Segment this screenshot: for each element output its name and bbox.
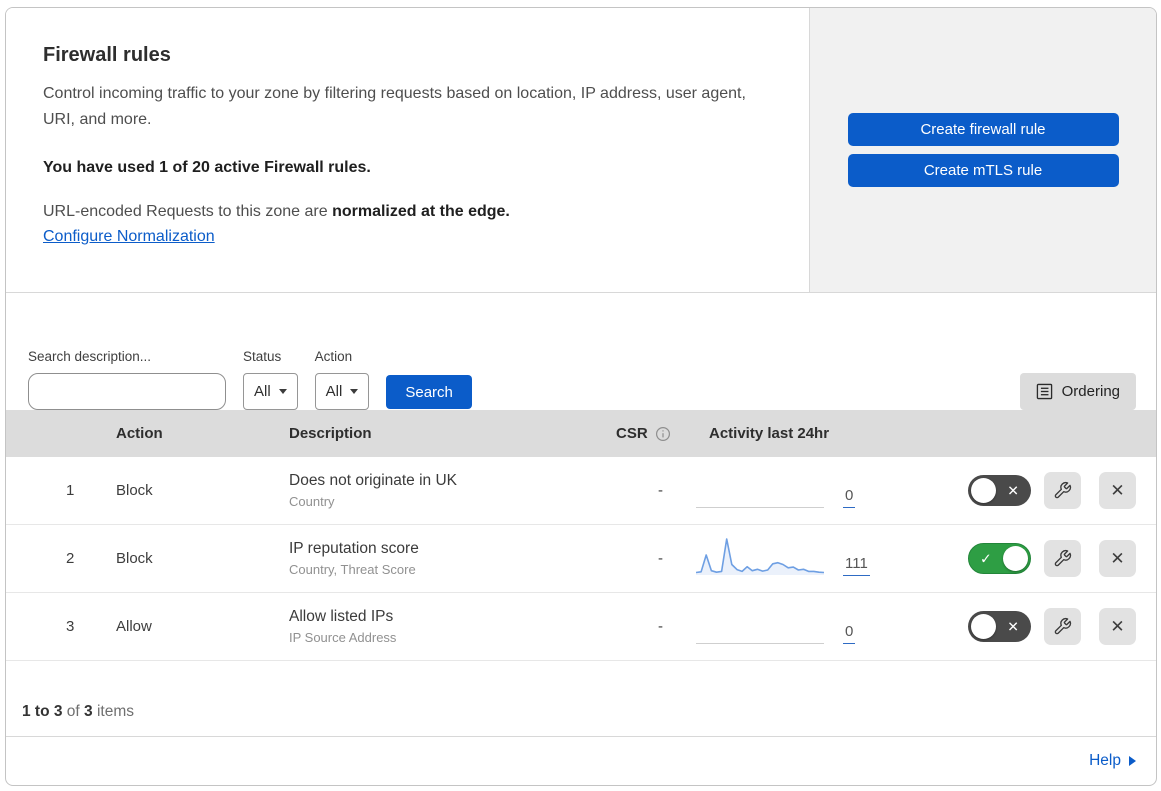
action-filter-label: Action (314, 349, 353, 364)
pagination-summary: 1 to 3 of 3 items (6, 661, 1156, 737)
create-firewall-rule-button[interactable]: Create firewall rule (847, 113, 1119, 146)
rule-description: Does not originate in UK (289, 472, 458, 489)
search-button[interactable]: Search (386, 375, 472, 409)
wrench-icon (1054, 617, 1072, 635)
rule-csr-value: - (658, 550, 663, 567)
action-column-header: Action (116, 425, 163, 442)
rule-priority: 3 (66, 618, 75, 635)
rule-enabled-toggle[interactable]: ✓ ✕ (968, 543, 1031, 574)
activity-sparkline (696, 534, 824, 576)
configure-normalization-link[interactable]: Configure Normalization (43, 228, 215, 246)
empty-sparkline (696, 643, 824, 644)
rule-description-cell: Does not originate in UK Country (289, 472, 596, 509)
rule-priority: 1 (66, 482, 75, 499)
rule-enabled-toggle[interactable]: ✓ ✕ (968, 475, 1031, 506)
x-icon: ✕ (1007, 482, 1019, 499)
rule-activity-cell: 0 (696, 593, 931, 660)
x-icon: ✕ (1007, 618, 1019, 635)
description-column-header: Description (289, 425, 372, 442)
activity-column-header: Activity last 24hr (709, 425, 830, 442)
rule-csr-value: - (658, 618, 663, 635)
firewall-rules-panel: Firewall rules Control incoming traffic … (5, 7, 1157, 786)
edit-rule-button[interactable] (1044, 608, 1081, 645)
action-filter-value: All (325, 383, 343, 400)
activity-count-link[interactable]: 111 (843, 555, 870, 576)
table-row: 1 Block Does not originate in UK Country… (6, 457, 1156, 525)
usage-notice: You have used 1 of 20 active Firewall ru… (43, 159, 371, 176)
rule-activity-cell: 111 (696, 525, 931, 592)
delete-rule-button[interactable]: ✕ (1099, 540, 1136, 577)
search-input-box[interactable] (28, 373, 228, 410)
filter-bar: Search description... Status All Action … (6, 293, 1156, 410)
table-header: Action Description CSR Activity last 24h… (6, 410, 1156, 457)
edit-rule-button[interactable] (1044, 472, 1081, 509)
delete-rule-button[interactable]: ✕ (1099, 608, 1136, 645)
rule-enabled-toggle[interactable]: ✓ ✕ (968, 611, 1031, 642)
rule-criteria: IP Source Address (289, 630, 397, 645)
x-icon: ✕ (1110, 548, 1125, 568)
rule-action: Block (116, 550, 153, 567)
activity-count-link[interactable]: 0 (843, 487, 856, 508)
rule-description: Allow listed IPs (289, 608, 394, 625)
status-filter-label: Status (243, 349, 282, 364)
rule-controls: ✓ ✕ ✕ (931, 472, 1156, 509)
rule-description-cell: Allow listed IPs IP Source Address (289, 608, 596, 645)
table-row: 2 Block IP reputation score Country, Thr… (6, 525, 1156, 593)
help-row: Help (6, 737, 1156, 785)
page-title: Firewall rules (43, 44, 171, 66)
list-document-icon (1036, 383, 1052, 400)
check-icon: ✓ (980, 550, 992, 567)
create-mtls-rule-button[interactable]: Create mTLS rule (847, 154, 1119, 187)
create-actions-panel: Create firewall rule Create mTLS rule (810, 8, 1156, 292)
rule-controls: ✓ ✕ ✕ (931, 540, 1156, 577)
help-link[interactable]: Help (1089, 752, 1136, 770)
chevron-down-icon (278, 389, 287, 394)
chevron-down-icon (350, 389, 359, 394)
rule-controls: ✓ ✕ ✕ (931, 608, 1156, 645)
info-icon[interactable] (655, 426, 671, 442)
arrow-right-icon (1129, 756, 1136, 766)
page-description: Control incoming traffic to your zone by… (43, 85, 746, 128)
toggle-knob (1003, 546, 1028, 571)
csr-column-header: CSR (596, 425, 696, 442)
empty-sparkline (696, 507, 824, 508)
search-input[interactable] (47, 383, 228, 400)
x-icon: ✕ (1110, 480, 1125, 500)
rule-csr-value: - (658, 482, 663, 499)
activity-count-link[interactable]: 0 (843, 623, 856, 644)
ordering-button[interactable]: Ordering (1019, 373, 1136, 410)
rule-activity-cell: 0 (696, 457, 931, 524)
delete-rule-button[interactable]: ✕ (1099, 472, 1136, 509)
normalization-notice: URL-encoded Requests to this zone are no… (43, 203, 510, 220)
rule-priority: 2 (66, 550, 75, 567)
action-filter-select[interactable]: All (314, 373, 370, 410)
edit-rule-button[interactable] (1044, 540, 1081, 577)
table-row: 3 Allow Allow listed IPs IP Source Addre… (6, 593, 1156, 661)
intro-text-block: Firewall rules Control incoming traffic … (6, 8, 810, 292)
rule-description: IP reputation score (289, 540, 419, 557)
header-section: Firewall rules Control incoming traffic … (6, 8, 1156, 293)
status-filter-value: All (254, 383, 271, 400)
status-filter-select[interactable]: All (243, 373, 298, 410)
rule-action: Allow (116, 618, 152, 635)
wrench-icon (1054, 549, 1072, 567)
search-description-label: Search description... (28, 349, 152, 364)
x-icon: ✕ (1110, 616, 1125, 636)
rule-action: Block (116, 482, 153, 499)
rule-description-cell: IP reputation score Country, Threat Scor… (289, 540, 596, 577)
rule-criteria: Country (289, 494, 335, 509)
wrench-icon (1054, 481, 1072, 499)
toggle-knob (971, 614, 996, 639)
toggle-knob (971, 478, 996, 503)
rule-criteria: Country, Threat Score (289, 562, 416, 577)
